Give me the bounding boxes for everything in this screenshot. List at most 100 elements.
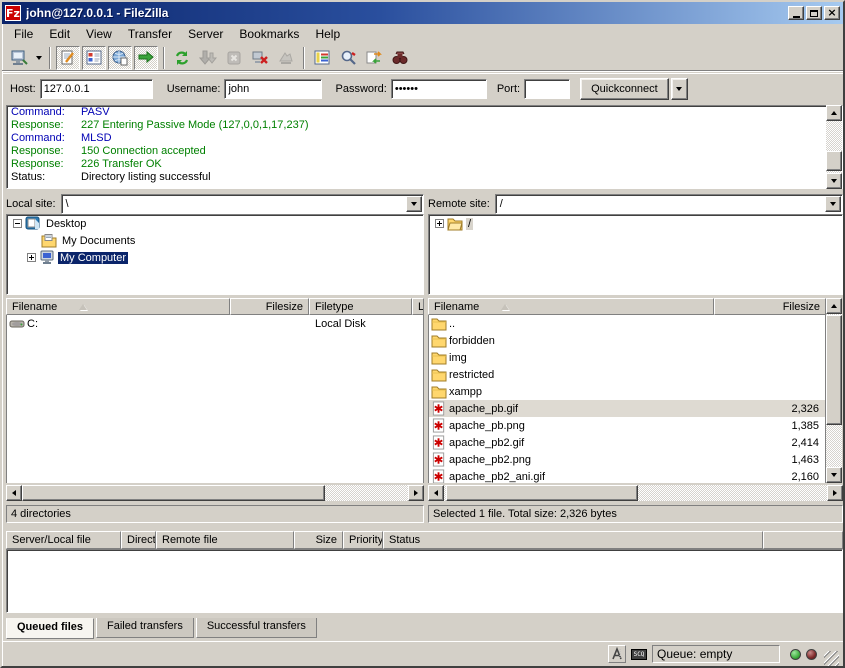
quickconnect-button[interactable]: Quickconnect xyxy=(580,78,669,100)
scroll-left-button[interactable] xyxy=(6,485,22,501)
reconnect-button[interactable] xyxy=(274,46,298,70)
scroll-right-button[interactable] xyxy=(408,485,424,501)
tree-item-desktop[interactable]: Desktop xyxy=(7,215,423,232)
message-log-icon xyxy=(59,49,77,67)
remote-file-row[interactable]: restricted xyxy=(429,366,825,383)
local-site-combo[interactable]: \ xyxy=(61,194,424,214)
toggle-remote-tree-button[interactable] xyxy=(108,46,132,70)
maximize-button[interactable] xyxy=(806,6,822,20)
remote-file-row-selected[interactable]: apache_pb.gif 2,326 xyxy=(429,400,825,417)
menu-server[interactable]: Server xyxy=(180,25,231,43)
process-queue-icon xyxy=(199,49,217,67)
remote-file-row[interactable]: forbidden xyxy=(429,332,825,349)
tree-item-my-computer[interactable]: My Computer xyxy=(7,249,423,266)
menu-help[interactable]: Help xyxy=(307,25,348,43)
scroll-thumb[interactable] xyxy=(446,485,638,501)
column-header-filename[interactable]: Filename xyxy=(6,298,230,315)
toolbar-separator xyxy=(163,47,165,69)
column-header-server-local-file[interactable]: Server/Local file xyxy=(6,531,121,549)
find-button[interactable] xyxy=(388,46,412,70)
scroll-down-button[interactable] xyxy=(826,173,842,189)
resize-grip[interactable] xyxy=(824,651,839,666)
tab-failed-transfers[interactable]: Failed transfers xyxy=(96,618,194,638)
drive-icon xyxy=(9,316,25,331)
scroll-up-button[interactable] xyxy=(826,298,842,314)
remote-file-row[interactable]: apache_pb2.png 1,463 xyxy=(429,451,825,468)
tab-successful-transfers[interactable]: Successful transfers xyxy=(196,618,317,638)
scroll-thumb[interactable] xyxy=(22,485,325,501)
local-file-row[interactable]: C: Local Disk xyxy=(7,315,423,332)
column-header-remote-file[interactable]: Remote file xyxy=(156,531,294,549)
password-input[interactable] xyxy=(391,79,487,99)
remote-file-row[interactable]: .. xyxy=(429,315,825,332)
column-header-filetype[interactable]: Filetype xyxy=(309,298,412,315)
menu-edit[interactable]: Edit xyxy=(41,25,78,43)
remote-file-row[interactable]: xampp xyxy=(429,383,825,400)
scroll-thumb[interactable] xyxy=(826,151,842,171)
speed-limit-button[interactable]: SCQ xyxy=(630,645,648,663)
log-line: Command:PASV xyxy=(7,106,842,119)
quickconnect-dropdown[interactable] xyxy=(671,78,688,100)
remote-file-row[interactable]: img xyxy=(429,349,825,366)
chevron-down-icon xyxy=(676,87,682,91)
menu-bookmarks[interactable]: Bookmarks xyxy=(231,25,307,43)
toggle-transfer-queue-button[interactable] xyxy=(134,46,158,70)
filter-button[interactable] xyxy=(310,46,334,70)
remote-file-list: .. forbidden img restricted xampp apache… xyxy=(428,315,826,483)
menu-transfer[interactable]: Transfer xyxy=(120,25,180,43)
column-header-filesize[interactable]: Filesize xyxy=(230,298,309,315)
scroll-thumb[interactable] xyxy=(826,315,842,425)
column-header-size[interactable]: Size xyxy=(294,531,343,549)
column-header-status[interactable]: Status xyxy=(383,531,763,549)
minimize-button[interactable] xyxy=(788,6,804,20)
port-input[interactable] xyxy=(524,79,570,99)
scroll-right-button[interactable] xyxy=(827,485,843,501)
expand-icon[interactable] xyxy=(27,253,36,262)
quickconnect-bar: Host: Username: Password: Port: Quickcon… xyxy=(2,73,843,103)
image-file-icon xyxy=(431,452,447,467)
process-queue-button[interactable] xyxy=(196,46,220,70)
disconnect-icon xyxy=(251,49,269,67)
cancel-button[interactable] xyxy=(222,46,246,70)
toggle-local-tree-button[interactable] xyxy=(82,46,106,70)
toggle-message-log-button[interactable] xyxy=(56,46,80,70)
expand-icon[interactable] xyxy=(435,219,444,228)
collapse-icon[interactable] xyxy=(13,219,22,228)
open-folder-icon xyxy=(447,216,463,231)
scroll-up-button[interactable] xyxy=(826,105,842,121)
tree-item-my-documents[interactable]: My Documents xyxy=(7,232,423,249)
close-button[interactable]: × xyxy=(824,6,840,20)
remote-file-row[interactable]: apache_pb2_ani.gif 2,160 xyxy=(429,468,825,483)
image-file-icon xyxy=(431,418,447,433)
data-type-button[interactable] xyxy=(608,645,626,663)
host-input[interactable] xyxy=(40,79,153,99)
compare-button[interactable] xyxy=(336,46,360,70)
queue-list[interactable] xyxy=(6,549,843,613)
refresh-button[interactable] xyxy=(170,46,194,70)
column-header-direction[interactable]: Directi... xyxy=(121,531,156,549)
column-header-filename[interactable]: Filename xyxy=(428,298,714,315)
remote-site-combo[interactable]: / xyxy=(495,194,843,214)
tree-item-root[interactable]: / xyxy=(429,215,842,232)
tab-queued-files[interactable]: Queued files xyxy=(6,618,94,639)
combo-dropdown-button[interactable] xyxy=(825,196,841,212)
site-manager-dropdown[interactable] xyxy=(32,46,45,70)
sync-browse-button[interactable] xyxy=(362,46,386,70)
remote-site-label: Remote site: xyxy=(428,198,490,210)
log-line: Status:Directory listing successful xyxy=(7,171,842,184)
remote-treeview-icon xyxy=(111,49,129,67)
menu-view[interactable]: View xyxy=(78,25,120,43)
scroll-left-button[interactable] xyxy=(428,485,444,501)
port-label: Port: xyxy=(497,83,520,95)
column-header-last-modified[interactable]: L xyxy=(412,298,424,315)
combo-dropdown-button[interactable] xyxy=(406,196,422,212)
remote-file-row[interactable]: apache_pb.png 1,385 xyxy=(429,417,825,434)
site-manager-button[interactable] xyxy=(7,46,31,70)
username-input[interactable] xyxy=(224,79,322,99)
menu-file[interactable]: File xyxy=(6,25,41,43)
remote-file-row[interactable]: apache_pb2.gif 2,414 xyxy=(429,434,825,451)
scroll-down-button[interactable] xyxy=(826,467,842,483)
disconnect-button[interactable] xyxy=(248,46,272,70)
column-header-filesize[interactable]: Filesize xyxy=(714,298,826,315)
column-header-priority[interactable]: Priority xyxy=(343,531,383,549)
